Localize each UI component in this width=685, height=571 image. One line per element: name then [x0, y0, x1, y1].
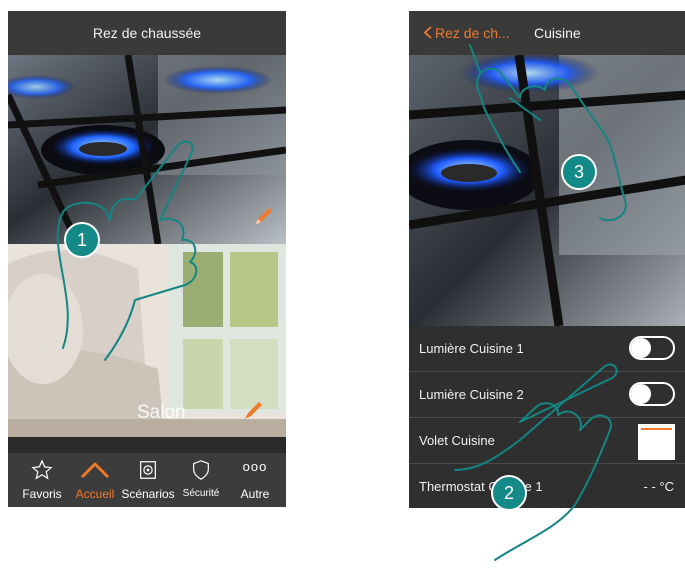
chevron-left-icon — [423, 26, 432, 39]
stove-image — [8, 55, 286, 244]
tab-label: Favoris — [22, 487, 62, 501]
room-label-salon: Salon — [137, 402, 186, 423]
room-tile-kitchen[interactable] — [8, 55, 286, 244]
header-bar: Rez de chaussée — [8, 11, 286, 55]
back-label: Rez de ch... — [435, 25, 510, 41]
home-icon — [80, 462, 110, 479]
list-item[interactable]: Thermostat Cuisine 1 - - °C — [409, 464, 685, 508]
more-dots-icon: ooo — [242, 459, 268, 474]
room-detail-screen: Rez de ch... Cuisine Lumière Cuisine 1 L… — [409, 11, 685, 508]
device-list: Lumière Cuisine 1 Lumière Cuisine 2 Vole… — [409, 326, 685, 508]
page-title: Rez de chaussée — [92, 25, 202, 41]
list-item[interactable]: Lumière Cuisine 2 — [409, 372, 685, 418]
tab-securite[interactable]: Sécurité — [175, 453, 227, 507]
header-bar: Rez de ch... Cuisine — [409, 11, 685, 55]
light-toggle[interactable] — [629, 336, 675, 360]
tab-label: Accueil — [75, 487, 115, 501]
device-label: Volet Cuisine — [419, 433, 495, 448]
tab-scenarios[interactable]: Scénarios — [118, 453, 178, 507]
device-label: Lumière Cuisine 2 — [419, 387, 524, 402]
tab-label: Scénarios — [121, 487, 175, 501]
edit-pencil-icon[interactable] — [252, 204, 276, 228]
tab-label: Autre — [240, 487, 270, 501]
scenarios-icon — [140, 461, 156, 479]
tab-favoris[interactable]: Favoris — [18, 453, 66, 507]
room-tile-salon[interactable]: Salon — [8, 244, 286, 437]
edit-pencil-icon[interactable] — [242, 398, 266, 422]
tab-label: Sécurité — [182, 488, 220, 499]
star-icon — [31, 459, 53, 480]
tab-autre[interactable]: ooo Autre — [230, 453, 280, 507]
device-label: Lumière Cuisine 1 — [419, 341, 524, 356]
shield-icon — [193, 460, 209, 480]
list-item[interactable]: Lumière Cuisine 1 — [409, 326, 685, 372]
callout-badge-3: 3 — [561, 154, 597, 190]
light-toggle[interactable] — [629, 382, 675, 406]
thermostat-value: - - °C — [643, 479, 674, 494]
list-item[interactable]: Volet Cuisine — [409, 418, 685, 464]
tab-accueil[interactable]: Accueil — [70, 453, 120, 507]
home-screen: Rez de chaussée Salon Favoris Accueil Sc… — [8, 11, 286, 507]
back-button[interactable]: Rez de ch... — [423, 25, 510, 41]
stove-image — [409, 55, 685, 326]
room-image — [409, 55, 685, 326]
page-title: Cuisine — [534, 25, 581, 41]
shutter-icon[interactable] — [638, 424, 675, 460]
tab-bar: Favoris Accueil Scénarios Sécurité ooo A… — [8, 453, 286, 507]
callout-badge-1: 1 — [64, 222, 100, 258]
callout-badge-2: 2 — [491, 475, 527, 511]
